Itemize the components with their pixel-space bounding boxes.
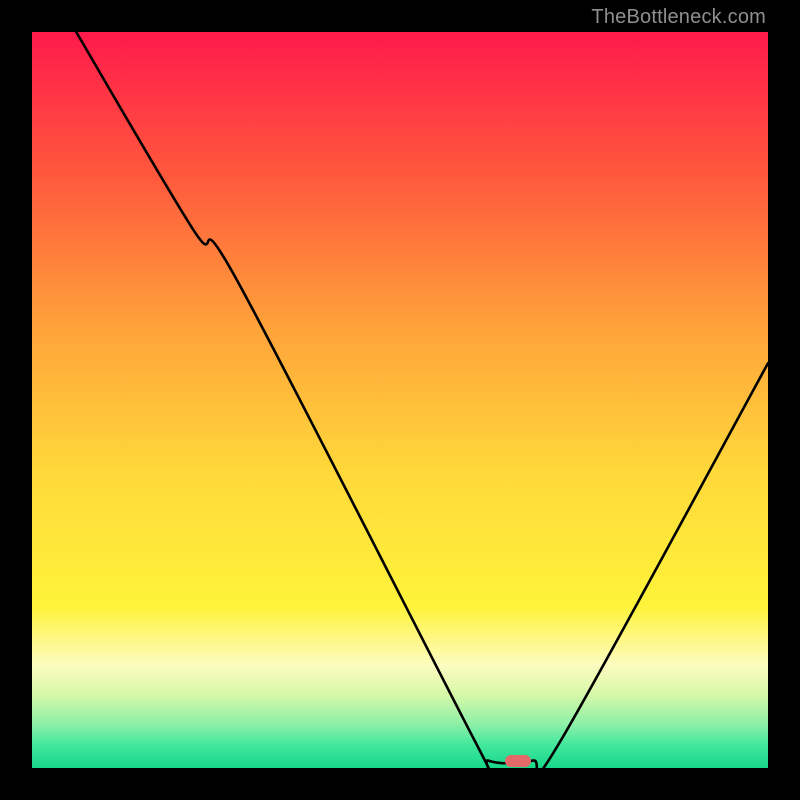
chart-frame: TheBottleneck.com xyxy=(0,0,800,800)
bottleneck-curve xyxy=(32,32,768,768)
plot-area xyxy=(32,32,768,768)
watermark-text: TheBottleneck.com xyxy=(591,6,766,29)
optimal-point-marker xyxy=(505,755,531,767)
